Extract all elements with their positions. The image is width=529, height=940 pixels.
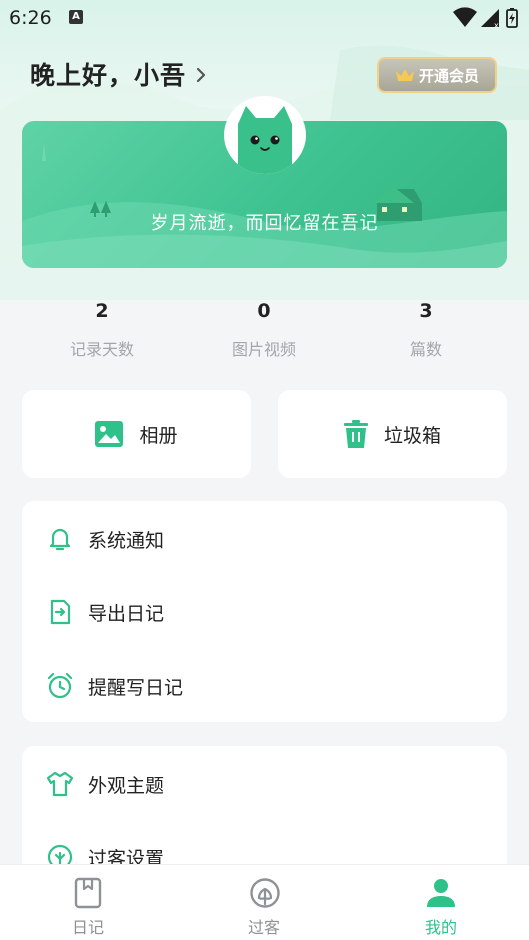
stat-value: 0 (257, 300, 271, 322)
export-icon (50, 599, 71, 625)
trash-icon (343, 420, 368, 448)
diary-icon (74, 877, 102, 909)
banner-slogan: 岁月流逝，而回忆留在吾记 (150, 213, 379, 234)
album-button[interactable]: 相册 (22, 390, 251, 478)
album-label: 相册 (139, 424, 178, 447)
menu-group-1: 系统通知 导出日记 提醒写日记 (22, 501, 507, 722)
menu-item-appearance-theme[interactable]: 外观主题 (22, 760, 507, 808)
notification-icon: A (69, 10, 83, 24)
menu-item-system-notification[interactable]: 系统通知 (22, 515, 507, 563)
alarm-clock-icon (47, 672, 73, 699)
menu-label: 提醒写日记 (88, 676, 184, 699)
chevron-right-icon (196, 67, 206, 83)
stat-record-days[interactable]: 2 记录天数 (42, 300, 162, 360)
cell-signal-icon: x (481, 9, 499, 30)
crown-icon (395, 69, 414, 81)
battery-icon (506, 8, 518, 28)
nav-label: 我的 (424, 918, 457, 937)
menu-label: 外观主题 (88, 774, 165, 797)
nav-label: 日记 (71, 918, 104, 937)
cat-avatar-icon (238, 106, 292, 174)
vip-button-label: 开通会员 (418, 66, 479, 85)
nav-tab-passerby[interactable]: 过客 (204, 865, 324, 940)
trash-button[interactable]: 垃圾箱 (278, 390, 507, 478)
stat-label: 图片视频 (231, 340, 296, 359)
nav-tab-mine[interactable]: 我的 (381, 865, 501, 940)
stat-value: 2 (95, 300, 109, 322)
greeting-link[interactable]: 晚上好，小吾 (30, 56, 206, 92)
menu-item-diary-reminder[interactable]: 提醒写日记 (22, 662, 507, 710)
bottom-nav: 日记 过客 我的 (0, 864, 529, 940)
wifi-icon (453, 7, 477, 27)
vip-button[interactable]: 开通会员 (377, 57, 497, 93)
avatar[interactable] (224, 96, 306, 174)
status-icons: x (451, 6, 521, 34)
tshirt-icon (46, 771, 74, 797)
menu-item-export-diary[interactable]: 导出日记 (22, 588, 507, 636)
stat-value: 3 (419, 300, 433, 322)
svg-text:x: x (494, 21, 499, 30)
stat-media[interactable]: 0 图片视频 (204, 300, 324, 360)
leaf-icon (250, 878, 280, 908)
nav-label: 过客 (247, 918, 280, 937)
greeting-text: 晚上好，小吾 (30, 61, 187, 90)
status-bar: 6:26 A x (0, 0, 529, 36)
stat-entries[interactable]: 3 篇数 (366, 300, 486, 360)
stat-label: 记录天数 (69, 340, 134, 359)
nav-tab-diary[interactable]: 日记 (28, 865, 148, 940)
image-icon (95, 421, 124, 447)
menu-label: 系统通知 (88, 529, 165, 552)
trash-label: 垃圾箱 (383, 424, 441, 447)
menu-label: 导出日记 (88, 602, 165, 625)
status-time: 6:26 (9, 7, 52, 29)
stat-label: 篇数 (409, 340, 442, 359)
user-icon (427, 879, 455, 907)
bell-icon (49, 528, 71, 551)
